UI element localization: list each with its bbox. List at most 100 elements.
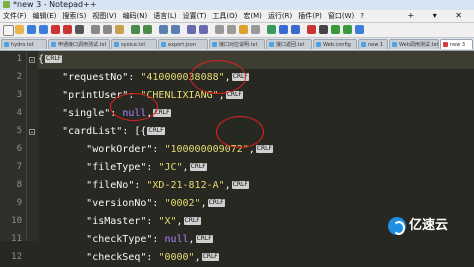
code-token: : (146, 252, 159, 263)
menu-run[interactable]: 运行(R) (265, 10, 295, 22)
tab-new-3[interactable]: new 3 (440, 39, 473, 49)
new-file-icon[interactable] (3, 25, 14, 36)
close-all-icon[interactable] (63, 25, 72, 34)
tab-label: Web调用测试.txt (399, 42, 439, 48)
run-macro-multiple-icon[interactable] (343, 25, 352, 34)
user-language-icon[interactable] (267, 25, 276, 34)
indent-guide-icon[interactable] (251, 25, 260, 34)
save-icon[interactable] (27, 25, 36, 34)
menu-language[interactable]: 语言(L) (150, 10, 179, 22)
stop-macro-icon[interactable] (319, 25, 328, 34)
menu-window[interactable]: 窗口(W) (325, 10, 357, 22)
code-line[interactable]: "cardList": [{CRLF (38, 123, 165, 141)
eol-marker: CRLF (45, 55, 63, 63)
code-token: : (152, 198, 165, 209)
word-wrap-icon[interactable] (227, 25, 236, 34)
redo-icon[interactable] (143, 25, 152, 34)
code-token: "JC" (158, 162, 183, 173)
menu-plugins[interactable]: 插件(P) (295, 10, 325, 22)
code-line[interactable]: "checkType": null, CRLF (38, 231, 213, 249)
menu-macro[interactable]: 宏(M) (240, 10, 265, 22)
tab-label: 接口对应说明.txt (219, 42, 258, 48)
close-file-icon[interactable] (51, 25, 60, 34)
fold-toggle-icon[interactable] (29, 129, 35, 135)
line-number-gutter: 1 2 3 4 5 6 7 8 9 10 11 12 (0, 51, 27, 262)
code-token: "versionNo" (86, 198, 153, 209)
tab-web-config[interactable]: Web.config (313, 39, 357, 49)
copy-icon[interactable] (103, 25, 112, 34)
open-folder-icon[interactable] (15, 25, 24, 34)
tab-web-test[interactable]: Web调用测试.txt (389, 39, 439, 49)
menu-edit[interactable]: 编辑(E) (30, 10, 60, 22)
menu-view[interactable]: 视图(V) (89, 10, 119, 22)
menu-search[interactable]: 搜索(S) (59, 10, 89, 22)
code-token: { (38, 54, 45, 65)
code-token: : (146, 162, 159, 173)
code-line[interactable]: "fileType": "JC", CRLF (38, 159, 207, 177)
menu-encoding[interactable]: 编码(N) (120, 10, 151, 22)
menu-bar: 文件(F) 编辑(E) 搜索(S) 视图(V) 编码(N) 语言(L) 设置(T) 工具(O)… (0, 10, 474, 23)
menu-tools[interactable]: 工具(O) (209, 10, 240, 22)
eol-marker: CRLF (147, 127, 165, 135)
fold-margin (27, 51, 38, 241)
function-list-icon[interactable] (291, 25, 300, 34)
tab-hydro[interactable]: hydro.txt (1, 39, 47, 49)
tab-label: syoice.txt (121, 42, 146, 48)
yisuyun-logo-icon (388, 217, 406, 235)
code-token: , (188, 234, 195, 245)
eol-marker: CRLF (189, 163, 207, 171)
tab-label: Web.config (323, 42, 351, 48)
paste-icon[interactable] (115, 25, 124, 34)
line-number: 1 (16, 54, 22, 64)
code-token: [{ (134, 126, 147, 137)
replace-icon[interactable] (171, 25, 180, 34)
undo-icon[interactable] (131, 25, 140, 34)
tab-label: hydro.txt (11, 42, 34, 48)
show-all-chars-icon[interactable] (239, 25, 248, 34)
title-bar: *new 3 - Notepad++ (0, 0, 474, 10)
code-line[interactable]: "isMaster": "X", CRLF (38, 213, 201, 231)
tab-shentong-test[interactable]: 申通接口调用测试.txt (48, 39, 110, 49)
code-line[interactable]: "checkSeq": "0000", CRLF (38, 249, 219, 267)
code-line[interactable]: "fileNo": "XD-21-812-A", CRLF (38, 177, 249, 195)
save-macro-icon[interactable] (355, 25, 364, 34)
line-number: 8 (16, 180, 22, 190)
code-token: "XD-21-812-A" (146, 180, 225, 191)
menu-file[interactable]: 文件(F) (0, 10, 30, 22)
code-token: "isMaster" (86, 216, 147, 227)
fold-toggle-icon[interactable] (29, 57, 35, 63)
code-token: , (182, 162, 189, 173)
find-icon[interactable] (159, 25, 168, 34)
tab-new-1[interactable]: new 1 (358, 39, 388, 49)
eol-marker: CRLF (201, 253, 219, 261)
play-macro-icon[interactable] (331, 25, 340, 34)
zoom-in-icon[interactable] (187, 25, 196, 34)
code-line[interactable]: {CRLF (38, 51, 474, 69)
window-controls[interactable]: + ▾ ✕ (407, 10, 470, 22)
menu-help[interactable]: ? (357, 10, 367, 22)
code-token: , (224, 180, 231, 191)
saved-file-icon (361, 42, 366, 47)
line-number: 10 (11, 216, 22, 226)
tab-syoice[interactable]: syoice.txt (111, 39, 157, 49)
zoom-out-icon[interactable] (199, 25, 208, 34)
tab-interface-doc[interactable]: 接口对应说明.txt (209, 39, 265, 49)
record-macro-icon[interactable] (307, 25, 316, 34)
tab-interface-return[interactable]: 接口返回.txt (266, 39, 312, 49)
tab-export[interactable]: export.json (158, 39, 208, 49)
tab-label: new 3 (450, 42, 466, 48)
red-annotation-circle (216, 116, 264, 148)
doc-map-icon[interactable] (279, 25, 288, 34)
sync-scroll-icon[interactable] (215, 25, 224, 34)
save-all-icon[interactable] (39, 25, 48, 34)
code-line[interactable]: "versionNo": "0002", CRLF (38, 195, 225, 213)
tab-label: 申通接口调用测试.txt (58, 42, 107, 48)
code-token: "fileNo" (86, 180, 135, 191)
cut-icon[interactable] (91, 25, 100, 34)
print-icon[interactable] (75, 25, 84, 34)
line-number: 2 (16, 72, 22, 82)
menu-settings[interactable]: 设置(T) (180, 10, 210, 22)
